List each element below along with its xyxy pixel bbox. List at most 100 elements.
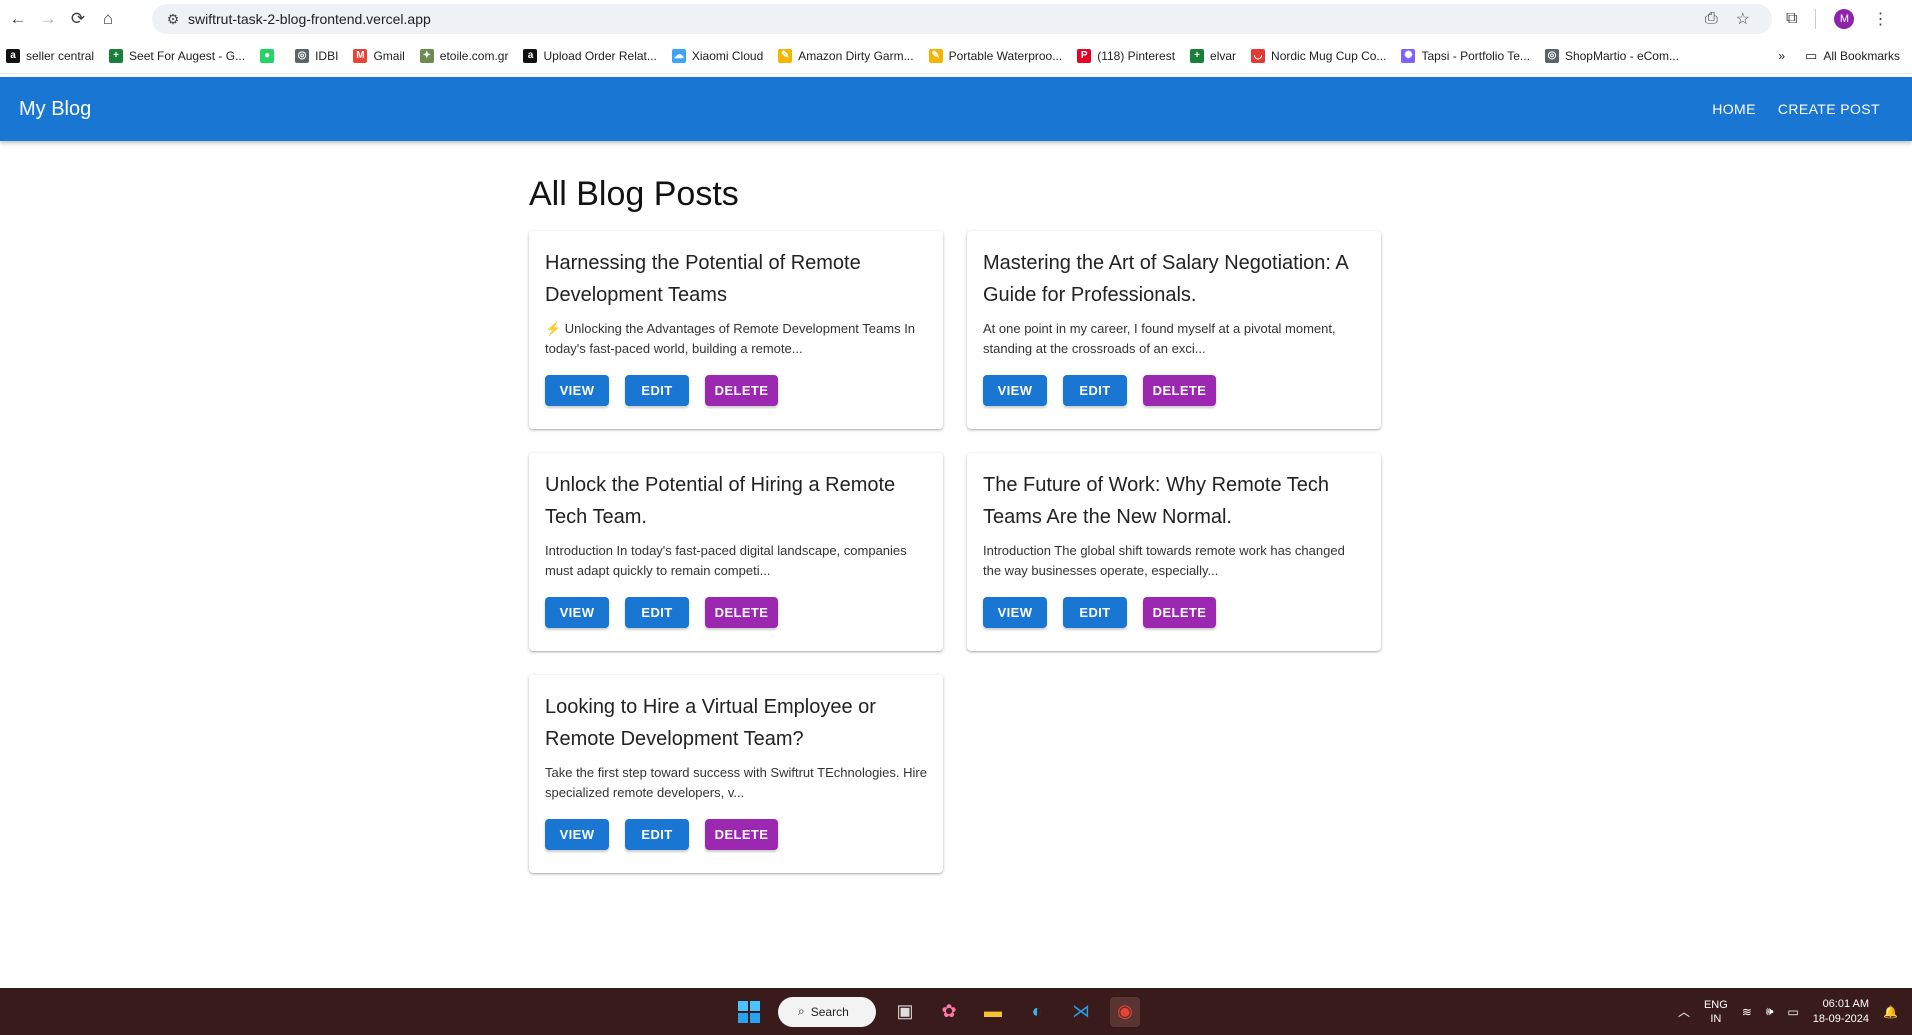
- bookmark-label: ShopMartio - eCom...: [1564, 48, 1679, 63]
- folder-icon: ▭: [1805, 48, 1818, 63]
- bookmark-item[interactable]: ●: [260, 48, 280, 63]
- view-button[interactable]: VIEW: [545, 375, 609, 406]
- more-bookmarks-icon[interactable]: »: [1778, 49, 1785, 63]
- all-bookmarks-button[interactable]: ▭ All Bookmarks: [1805, 48, 1900, 64]
- bookmark-item[interactable]: + Seet For Augest - G...: [109, 48, 245, 63]
- home-icon[interactable]: ⌂: [93, 4, 123, 34]
- taskbar-search-label: Search: [810, 1004, 849, 1019]
- battery-icon[interactable]: ▭: [1787, 1005, 1798, 1019]
- bookmark-item[interactable]: ☁ Xiaomi Cloud: [671, 48, 764, 63]
- bookmark-label: Upload Order Relat...: [543, 48, 657, 63]
- back-arrow-icon[interactable]: ←: [3, 4, 33, 34]
- edit-button[interactable]: EDIT: [625, 819, 689, 850]
- volume-icon[interactable]: 🕪: [1766, 1004, 1774, 1019]
- post-actions: VIEW EDIT DELETE: [545, 375, 927, 406]
- bookmark-item[interactable]: P (118) Pinterest: [1077, 48, 1176, 63]
- delete-button[interactable]: DELETE: [705, 819, 778, 850]
- view-button[interactable]: VIEW: [545, 819, 609, 850]
- delete-button[interactable]: DELETE: [1143, 375, 1216, 406]
- site-info-icon[interactable]: ⚙: [158, 11, 188, 28]
- bookmark-item[interactable]: ◎ IDBI: [295, 48, 338, 63]
- install-app-icon[interactable]: ⎙: [1705, 10, 1718, 28]
- bookmark-item[interactable]: a seller central: [6, 48, 94, 63]
- delete-button[interactable]: DELETE: [705, 375, 778, 406]
- post-excerpt: Introduction The global shift towards re…: [983, 543, 1345, 578]
- post-card: Unlock the Potential of Hiring a Remote …: [529, 453, 943, 651]
- bookmark-label: Portable Waterproo...: [948, 48, 1063, 63]
- delete-button[interactable]: DELETE: [1143, 597, 1216, 628]
- post-actions: VIEW EDIT DELETE: [983, 375, 1365, 406]
- tapsi-icon: ✺: [1401, 48, 1416, 63]
- bookmark-item[interactable]: M Gmail: [353, 48, 405, 63]
- post-actions: VIEW EDIT DELETE: [545, 819, 927, 850]
- bookmark-item[interactable]: a Upload Order Relat...: [523, 48, 657, 63]
- notification-bell-icon[interactable]: 🔔: [1883, 1005, 1898, 1019]
- nav-home-link[interactable]: HOME: [1704, 95, 1764, 123]
- clock-time: 06:01 AM: [1822, 997, 1870, 1010]
- main-content: All Blog Posts Harnessing the Potential …: [529, 141, 1383, 873]
- bookmark-item[interactable]: ◎ ShopMartio - eCom...: [1544, 48, 1679, 63]
- edit-button[interactable]: EDIT: [625, 375, 689, 406]
- post-excerpt: ⚡ Unlocking the Advantages of Remote Dev…: [545, 321, 916, 356]
- forward-arrow-icon[interactable]: →: [33, 4, 63, 34]
- url-text[interactable]: swiftrut-task-2-blog-frontend.vercel.app: [188, 11, 431, 27]
- post-excerpt: Take the first step toward success with …: [545, 765, 927, 800]
- file-explorer-icon[interactable]: ▬: [978, 997, 1008, 1027]
- bookmark-item[interactable]: ✎ Portable Waterproo...: [928, 48, 1063, 63]
- chevron-up-icon[interactable]: ︿: [1678, 1003, 1690, 1020]
- view-button[interactable]: VIEW: [545, 597, 609, 628]
- brand-title[interactable]: My Blog: [19, 98, 91, 121]
- bookmark-star-icon[interactable]: ☆: [1736, 9, 1750, 29]
- post-card: Harnessing the Potential of Remote Devel…: [529, 231, 943, 429]
- gmail-icon: M: [353, 48, 368, 63]
- nav-create-post-link[interactable]: CREATE POST: [1770, 95, 1888, 123]
- bookmark-item[interactable]: ◡ Nordic Mug Cup Co...: [1251, 48, 1386, 63]
- search-icon: ⌕: [798, 1004, 805, 1018]
- taskbar-search[interactable]: ⌕ Search: [778, 996, 876, 1027]
- delete-button[interactable]: DELETE: [705, 597, 778, 628]
- wifi-icon[interactable]: ≋: [1742, 1005, 1752, 1019]
- post-grid: Harnessing the Potential of Remote Devel…: [529, 231, 1383, 873]
- menu-kebab-icon[interactable]: ⋮: [1872, 9, 1888, 29]
- bookmark-item[interactable]: + elvar: [1190, 48, 1236, 63]
- sheets-icon: +: [109, 48, 124, 63]
- language-indicator[interactable]: ENG IN: [1704, 998, 1728, 1026]
- edit-button[interactable]: EDIT: [1063, 375, 1127, 406]
- address-bar[interactable]: ⚙ swiftrut-task-2-blog-frontend.vercel.a…: [152, 4, 1772, 34]
- post-title: Unlock the Potential of Hiring a Remote …: [545, 474, 896, 528]
- amazon-icon: a: [523, 48, 538, 63]
- post-card: Looking to Hire a Virtual Employee or Re…: [529, 675, 943, 873]
- reload-icon[interactable]: ⟳: [63, 4, 93, 34]
- bookmark-label: Tapsi - Portfolio Te...: [1421, 48, 1530, 63]
- post-excerpt: At one point in my career, I found mysel…: [983, 321, 1336, 356]
- bookmark-label: Gmail: [373, 48, 405, 63]
- edit-button[interactable]: EDIT: [1063, 597, 1127, 628]
- bookmark-label: Xiaomi Cloud: [691, 48, 764, 63]
- post-title: Harnessing the Potential of Remote Devel…: [545, 252, 861, 306]
- post-actions: VIEW EDIT DELETE: [983, 597, 1365, 628]
- profile-avatar[interactable]: M: [1834, 9, 1855, 29]
- region-code: IN: [1710, 1012, 1722, 1025]
- clock[interactable]: 06:01 AM 18-09-2024: [1813, 997, 1869, 1027]
- bookmark-item[interactable]: ✎ Amazon Dirty Garm...: [778, 48, 914, 63]
- edit-button[interactable]: EDIT: [625, 597, 689, 628]
- bookmark-label: (118) Pinterest: [1097, 48, 1176, 63]
- bookmark-item[interactable]: ✺ Tapsi - Portfolio Te...: [1401, 48, 1530, 63]
- browser-toolbar: ← → ⟳ ⌂ ⚙ swiftrut-task-2-blog-frontend.…: [0, 0, 1912, 38]
- copilot-icon[interactable]: ✿: [934, 997, 964, 1027]
- windows-start-icon[interactable]: [734, 997, 764, 1027]
- bookmark-item[interactable]: ✦ etoile.com.gr: [419, 48, 508, 63]
- etoile-icon: ✦: [419, 48, 434, 63]
- task-view-icon[interactable]: ▣: [890, 997, 920, 1027]
- edge-browser-icon[interactable]: ◐: [1022, 997, 1052, 1027]
- language-code: ENG: [1703, 998, 1728, 1011]
- post-title: Looking to Hire a Virtual Employee or Re…: [545, 696, 876, 750]
- view-button[interactable]: VIEW: [983, 597, 1047, 628]
- vscode-icon[interactable]: ⋊: [1066, 997, 1096, 1027]
- extensions-icon[interactable]: ⧉: [1786, 10, 1797, 28]
- os-taskbar: ⌕ Search ▣ ✿ ▬ ◐ ⋊ ◉ ︿ ENG IN ≋ 🕪 ▭ 06:0…: [0, 988, 1912, 1035]
- system-tray: ︿ ENG IN ≋ 🕪 ▭ 06:01 AM 18-09-2024 🔔: [1678, 988, 1898, 1035]
- view-button[interactable]: VIEW: [983, 375, 1047, 406]
- chrome-icon[interactable]: ◉: [1110, 996, 1140, 1027]
- page-title: All Blog Posts: [529, 175, 739, 213]
